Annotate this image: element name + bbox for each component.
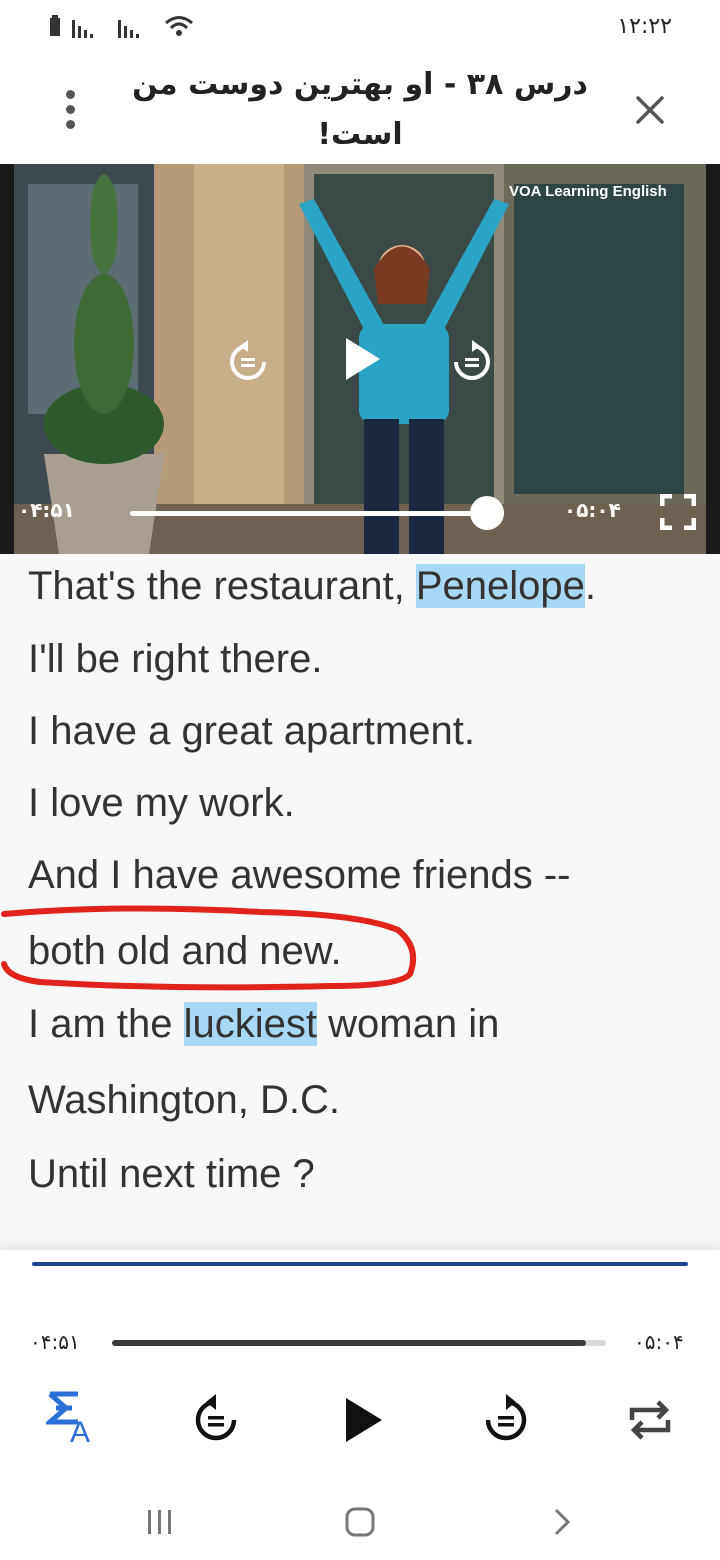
video-current-time: ۰۴:۵۱ — [18, 498, 75, 522]
battery-icon — [50, 15, 60, 36]
player-progress-bar[interactable] — [112, 1340, 606, 1346]
transcript-line[interactable]: That's the restaurant, Penelope. — [28, 564, 596, 609]
status-bar: ۱۲:۲۲ — [0, 0, 720, 56]
svg-text:A: A — [70, 1416, 90, 1449]
fullscreen-icon[interactable] — [660, 494, 696, 530]
video-player[interactable]: VOA Learning English ۰۴:۵۱ ۰۵:۰۴ — [0, 164, 720, 554]
video-forward-5-icon[interactable] — [450, 340, 494, 384]
video-play-icon[interactable] — [342, 336, 382, 382]
video-replay-5-icon[interactable] — [226, 340, 270, 384]
highlighted-word[interactable]: Penelope — [415, 564, 585, 608]
transcript-line[interactable]: I'll be right there. — [28, 637, 322, 682]
app-header: درس ۳۸ - او بهترین دوست من است! — [0, 56, 720, 164]
play-icon[interactable] — [332, 1390, 392, 1450]
system-nav-bar — [0, 1476, 720, 1560]
home-icon[interactable] — [340, 1502, 380, 1542]
replay-5-icon[interactable] — [186, 1390, 246, 1450]
video-duration: ۰۵:۰۴ — [564, 498, 621, 522]
repeat-icon[interactable] — [620, 1390, 680, 1450]
transcript-line[interactable]: And I have awesome friends -- — [28, 853, 570, 898]
forward-5-icon[interactable] — [476, 1390, 536, 1450]
player-progress-fill — [112, 1340, 587, 1346]
video-progress-thumb[interactable] — [470, 496, 504, 530]
transcript-line[interactable]: I love my work. — [28, 781, 295, 826]
status-icons — [48, 14, 194, 38]
transcript-line[interactable]: Washington, D.C. — [28, 1078, 340, 1123]
player-duration: ۰۵:۰۴ — [634, 1330, 684, 1354]
transcript-line[interactable]: Until next time ? — [28, 1152, 315, 1197]
panel-top-strip — [32, 1262, 688, 1266]
close-icon[interactable] — [630, 90, 670, 130]
status-time: ۱۲:۲۲ — [617, 14, 672, 39]
audio-player-panel: ۰۴:۵۱ ۰۵:۰۴ A — [0, 1250, 720, 1476]
video-progress-bar[interactable] — [130, 511, 488, 516]
player-current-time: ۰۴:۵۱ — [30, 1330, 80, 1354]
recent-apps-icon[interactable] — [140, 1502, 180, 1542]
svg-text:VOA Learning English: VOA Learning English — [509, 183, 667, 200]
wifi-icon — [165, 16, 193, 36]
signal-icon — [72, 20, 93, 38]
translate-icon[interactable]: A — [46, 1390, 106, 1450]
signal-icon — [118, 20, 139, 38]
back-icon[interactable] — [542, 1502, 582, 1542]
more-options-icon[interactable] — [58, 90, 82, 130]
page-title: درس ۳۸ - او بهترین دوست من است! — [132, 67, 588, 152]
red-circle-annotation — [1, 905, 416, 991]
transcript-line[interactable]: I have a great apartment. — [28, 709, 475, 754]
